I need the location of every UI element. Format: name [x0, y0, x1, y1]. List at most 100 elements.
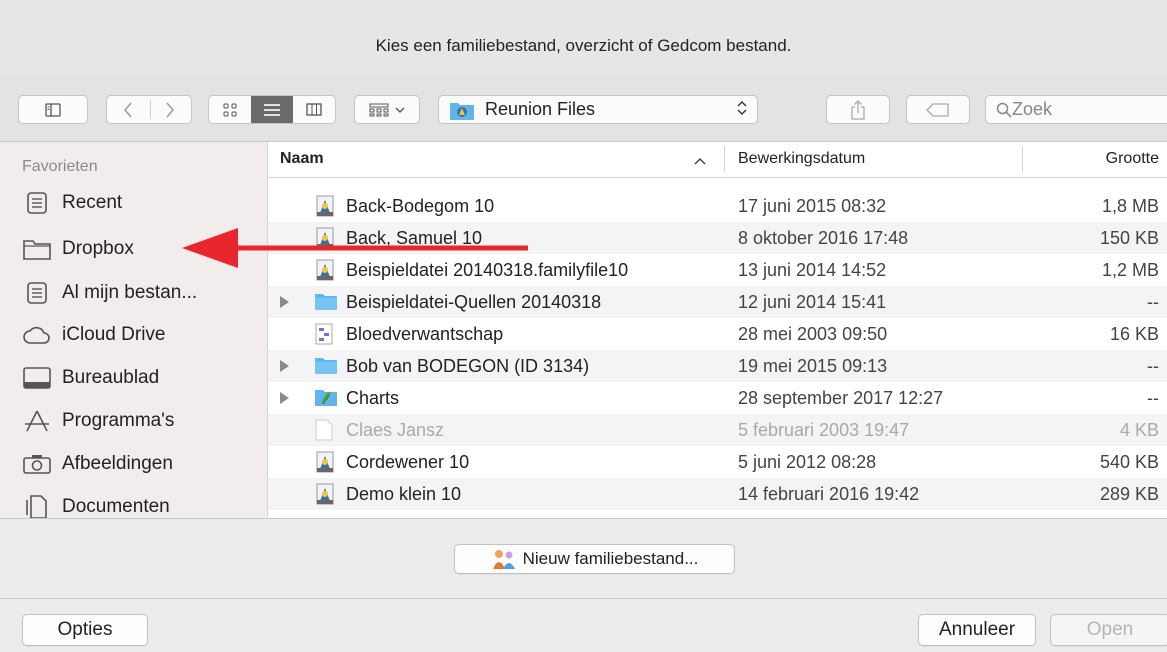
file-name: Demo klein 10 [346, 484, 462, 504]
file-name: Bloedverwantschap [346, 324, 504, 344]
dialog-footer: Nieuw familiebestand... Opties Annuleer … [0, 518, 1167, 652]
column-size-header[interactable]: Grootte [1106, 150, 1159, 168]
disclosure-triangle-icon[interactable] [280, 296, 289, 308]
file-size: 1,2 MB [1101, 260, 1159, 280]
list-view-button[interactable] [251, 96, 293, 123]
location-popup[interactable]: Reunion Files [438, 95, 758, 124]
table-row[interactable]: Bob van BODEGON (ID 3134) 19 mei 2015 09:… [268, 350, 1167, 382]
accessory-panel: Nieuw familiebestand... [0, 519, 1167, 599]
sidebar-item-label: Dropbox [62, 238, 134, 259]
chevron-left-icon [124, 102, 132, 117]
title-bar: Kies een familiebestand, overzicht of Ge… [0, 0, 1167, 76]
sidebar-item-label: Programma's [62, 410, 175, 431]
file-name: Claes Jansz [346, 420, 445, 440]
sidebar-item-all-files[interactable]: Al mijn bestan... [22, 276, 197, 310]
table-row[interactable]: Claes Jansz 5 februari 2003 19:47 4 KB [268, 414, 1167, 446]
share-icon [851, 99, 865, 120]
doc-file-icon [314, 419, 336, 441]
group-by-button[interactable] [354, 95, 420, 124]
file-date: 5 februari 2003 19:47 [738, 420, 910, 440]
chevron-down-icon [395, 107, 405, 113]
file-date: 5 juni 2012 08:28 [738, 452, 877, 472]
file-name: Bob van BODEGON (ID 3134) [346, 356, 590, 376]
share-button[interactable] [826, 95, 890, 124]
file-size: -- [1147, 292, 1159, 312]
grid-icon [223, 103, 237, 116]
sidebar-toggle-button[interactable] [18, 95, 88, 124]
forward-button[interactable] [149, 102, 191, 118]
sidebar-item-pictures[interactable]: Afbeeldingen [22, 447, 173, 481]
desktop-icon [22, 366, 52, 390]
file-date: 17 juni 2015 08:32 [738, 196, 887, 216]
recent-icon [22, 191, 52, 215]
disclosure-triangle-icon[interactable] [280, 392, 289, 404]
file-date: 13 juni 2014 14:52 [738, 260, 887, 280]
new-family-file-button[interactable]: Nieuw familiebestand... [454, 544, 735, 574]
file-name: Back, Samuel 10 [346, 228, 483, 248]
all-files-icon [22, 281, 52, 305]
options-button[interactable]: Opties [22, 614, 148, 646]
sidebar-heading: Favorieten [22, 158, 98, 175]
column-header: Naam Bewerkingsdatum Grootte [268, 142, 1167, 178]
family-file-icon [314, 483, 336, 505]
file-name: Cordewener 10 [346, 452, 470, 472]
back-forward-control [106, 95, 192, 124]
folder-icon [22, 237, 52, 261]
icon-view-button[interactable] [209, 103, 251, 117]
table-row[interactable]: Beispieldatei-Quellen 20140318 12 juni 20… [268, 286, 1167, 318]
sidebar-item-label: Al mijn bestan... [62, 282, 198, 303]
file-date: 14 februari 2016 19:42 [738, 484, 920, 504]
table-row[interactable]: Bloedverwantschap 28 mei 2003 09:50 16 KB [268, 318, 1167, 350]
family-file-icon [314, 195, 336, 217]
column-view-button[interactable] [293, 103, 335, 116]
file-date: 12 juni 2014 15:41 [738, 292, 887, 312]
table-row[interactable]: Cordewener 10 5 juni 2012 08:28 540 KB [268, 446, 1167, 478]
documents-icon [22, 495, 52, 518]
new-family-file-label: Nieuw familiebestand... [522, 549, 699, 568]
file-size: 289 KB [1099, 484, 1159, 504]
sidebar-item-label: Recent [62, 192, 123, 213]
file-size: 1,8 MB [1101, 196, 1159, 216]
family-icon [492, 550, 515, 569]
file-size: 16 KB [1109, 324, 1159, 344]
cloud-icon [22, 323, 52, 347]
sidebar-item-icloud[interactable]: iCloud Drive [22, 318, 165, 352]
group-icon [369, 103, 389, 116]
search-field[interactable]: Zoek [985, 95, 1167, 124]
file-size: -- [1147, 356, 1159, 376]
sidebar-item-label: Bureaublad [62, 367, 160, 388]
sidebar-item-desktop[interactable]: Bureaublad [22, 361, 159, 395]
column-date-header[interactable]: Bewerkingsdatum [738, 150, 865, 168]
sidebar-item-label: iCloud Drive [62, 324, 166, 345]
tag-button[interactable] [906, 95, 970, 124]
location-label: Reunion Files [485, 99, 596, 119]
open-button[interactable]: Open [1050, 614, 1167, 646]
sidebar-item-recent[interactable]: Recent [22, 186, 122, 220]
search-placeholder: Zoek [1012, 99, 1053, 119]
sidebar-item-label: Afbeeldingen [62, 453, 173, 474]
file-size: 540 KB [1099, 452, 1159, 472]
disclosure-triangle-icon[interactable] [280, 360, 289, 372]
file-name: Beispieldatei 20140318.familyfile10 [346, 260, 629, 280]
sidebar-item-applications[interactable]: Programma's [22, 404, 174, 438]
table-row[interactable]: Back-Bodegom 10 17 juni 2015 08:32 1,8 MB [268, 190, 1167, 222]
folder-icon [314, 355, 337, 377]
cancel-button[interactable]: Annuleer [918, 614, 1036, 646]
sidebar-item-dropbox[interactable]: Dropbox [22, 232, 134, 266]
file-name: Charts [346, 388, 400, 408]
column-name-header[interactable]: Naam [280, 150, 324, 168]
back-button[interactable] [107, 102, 149, 118]
list-icon [264, 103, 280, 116]
table-row[interactable]: Beispieldatei 20140318.familyfile10 13 ju… [268, 254, 1167, 286]
dialog-title: Kies een familiebestand, overzicht of Ge… [375, 36, 792, 55]
reunion-folder-icon [450, 102, 474, 120]
sidebar-item-documents[interactable]: Documenten [22, 490, 170, 518]
file-list: Naam Bewerkingsdatum Grootte Back-Bodego… [268, 142, 1167, 518]
applications-icon [22, 409, 52, 433]
folder-icon [314, 291, 337, 313]
table-row[interactable]: Charts 28 september 2017 12:27 -- [268, 382, 1167, 414]
table-row[interactable]: Back, Samuel 10 8 oktober 2016 17:48 150 K… [268, 222, 1167, 254]
table-row[interactable]: Demo klein 10 14 februari 2016 19:42 289 K… [268, 478, 1167, 510]
sort-ascending-icon [694, 157, 706, 165]
file-name: Beispieldatei-Quellen 20140318 [346, 292, 602, 312]
